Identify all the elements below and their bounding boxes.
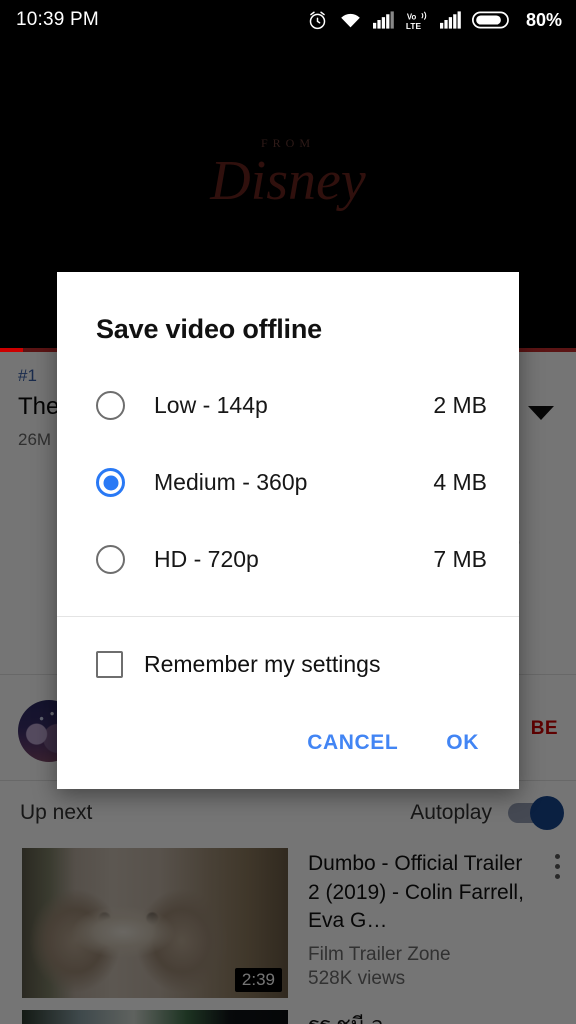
- battery-percent-label: 80%: [525, 9, 562, 30]
- quality-option-size: 2 MB: [433, 392, 487, 418]
- dialog-title: Save video offline: [96, 314, 322, 344]
- quality-option-low[interactable]: Low - 144p 2 MB: [57, 367, 519, 444]
- remember-settings-row[interactable]: Remember my settings: [57, 617, 519, 678]
- remember-settings-checkbox[interactable]: [96, 651, 123, 678]
- wifi-icon: [341, 13, 361, 30]
- quality-option-size: 4 MB: [433, 469, 487, 495]
- watermark-brand-text: Disney: [210, 150, 366, 212]
- volte-icon: Vo LTE: [406, 11, 427, 30]
- quality-option-size: 7 MB: [433, 546, 487, 572]
- alarm-icon: [309, 11, 326, 29]
- ok-button[interactable]: OK: [440, 723, 485, 763]
- quality-option-label: Low - 144p: [154, 392, 268, 418]
- watermark-from-text: FROM: [260, 136, 315, 150]
- remember-settings-label: Remember my settings: [144, 651, 381, 677]
- status-bar-clock: 10:39 PM: [16, 9, 99, 30]
- radio-button[interactable]: [96, 391, 125, 420]
- battery-icon: [471, 11, 509, 29]
- quality-option-label: Medium - 360p: [154, 469, 308, 495]
- signal-bars-icon: [439, 11, 461, 29]
- quality-options-group: Low - 144p 2 MB Medium - 360p 4 MB HD - …: [57, 345, 519, 598]
- disney-watermark: FROM Disney: [0, 136, 576, 209]
- phone-screen: 10:39 PM Vo LTE 80% FROM Disney Save vid…: [0, 0, 576, 1024]
- quality-option-label: HD - 720p: [154, 546, 259, 572]
- radio-button[interactable]: [96, 545, 125, 574]
- cancel-button[interactable]: CANCEL: [301, 723, 404, 763]
- status-bar: 10:39 PM Vo LTE 80%: [0, 0, 576, 40]
- svg-text:LTE: LTE: [406, 20, 422, 29]
- signal-bars-icon: [372, 11, 394, 29]
- status-bar-icons: Vo LTE 80%: [307, 10, 562, 31]
- dialog-actions: CANCEL OK: [57, 723, 519, 789]
- radio-button-selected[interactable]: [96, 468, 125, 497]
- save-video-offline-dialog: Save video offline Low - 144p 2 MB Mediu…: [57, 272, 519, 789]
- quality-option-medium[interactable]: Medium - 360p 4 MB: [57, 444, 519, 521]
- quality-option-hd[interactable]: HD - 720p 7 MB: [57, 521, 519, 598]
